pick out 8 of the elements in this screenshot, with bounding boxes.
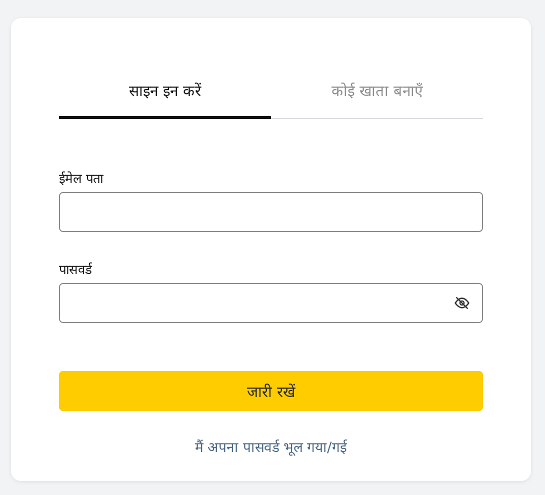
field-label: ईमेल पता [59, 170, 104, 187]
eye-slash-icon[interactable] [454, 295, 470, 311]
field-label: पासवर्ड [59, 261, 94, 278]
tab[interactable]: साइन इन करें [59, 74, 271, 119]
continue-button[interactable]: जारी रखें [59, 371, 483, 411]
password-field[interactable] [59, 283, 483, 323]
email-field[interactable] [59, 192, 483, 232]
forgot-password-link[interactable]: मैं अपना पासवर्ड भूल गया/गई [195, 437, 347, 456]
